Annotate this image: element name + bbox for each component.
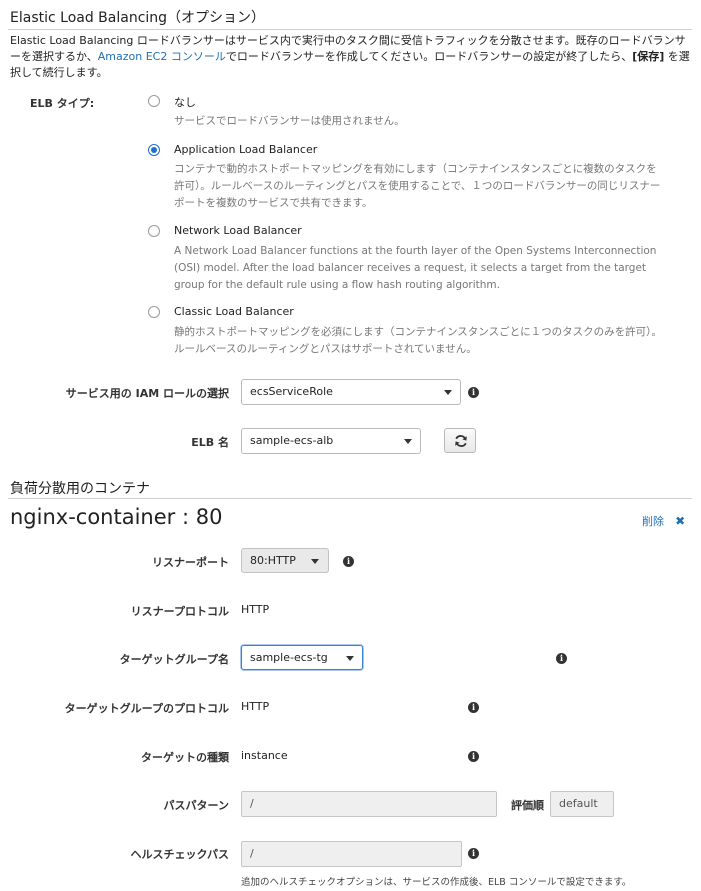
section-divider: [8, 29, 692, 30]
health-check-path-input[interactable]: /: [241, 841, 462, 867]
elb-name-label: ELB 名: [191, 436, 229, 449]
refresh-icon: [455, 435, 467, 447]
eval-order-label: 評価順: [511, 799, 544, 812]
target-group-value: sample-ecs-tg: [250, 651, 328, 664]
option-title: なし: [174, 96, 196, 109]
health-check-hint: 追加のヘルスチェックオプションは、サービスの作成後、ELB コンソールで設定でき…: [241, 877, 632, 888]
iam-role-label: サービス用の IAM ロールの選択: [65, 387, 229, 400]
option-desc: 静的ホストポートマッピングを必須にします（コンテナインスタンスごとに１つのタスク…: [174, 326, 662, 355]
option-desc: コンテナで動的ホストポートマッピングを有効にします（コンテナインスタンスごとに複…: [174, 163, 661, 209]
target-group-label: ターゲットグループ名: [119, 653, 229, 666]
info-icon[interactable]: i: [556, 653, 567, 664]
caret-down-icon: [346, 656, 354, 661]
info-icon[interactable]: i: [468, 387, 479, 398]
target-type-label: ターゲットの種類: [141, 751, 229, 764]
elb-type-radio-classic[interactable]: [148, 306, 160, 318]
intro-text: でロードバランサーを作成してください。ロードバランサーの設定が終了したら、: [225, 50, 633, 63]
elb-type-radio-alb[interactable]: [148, 144, 160, 156]
option-title: Application Load Balancer: [174, 143, 318, 156]
elb-section-title: Elastic Load Balancing（オプション）: [10, 10, 266, 26]
caret-down-icon: [311, 559, 319, 564]
path-pattern-label: パスパターン: [163, 799, 229, 812]
listener-protocol-label: リスナープロトコル: [130, 605, 229, 618]
elb-type-radio-none[interactable]: [148, 95, 160, 107]
ec2-console-link[interactable]: Amazon EC2 コンソール: [98, 50, 226, 63]
option-title: Network Load Balancer: [174, 224, 302, 237]
iam-role-select[interactable]: ecsServiceRole: [241, 379, 461, 405]
eval-order-input[interactable]: default: [550, 791, 614, 817]
elb-type-radio-nlb[interactable]: [148, 225, 160, 237]
listener-port-select[interactable]: 80:HTTP: [241, 548, 329, 573]
target-protocol-label: ターゲットグループのプロトコル: [64, 702, 229, 715]
target-type-value: instance: [241, 749, 288, 762]
container-name-heading: nginx-container : 80: [10, 505, 223, 529]
iam-role-value: ecsServiceRole: [250, 385, 333, 398]
info-icon[interactable]: i: [468, 702, 479, 713]
listener-port-value: 80:HTTP: [250, 554, 296, 567]
info-icon[interactable]: i: [343, 556, 354, 567]
listener-port-label: リスナーポート: [152, 556, 229, 569]
intro-save-text: [保存]: [632, 50, 665, 63]
option-title: Classic Load Balancer: [174, 305, 294, 318]
path-pattern-input[interactable]: /: [241, 791, 497, 817]
listener-protocol-value: HTTP: [241, 603, 270, 616]
caret-down-icon: [404, 439, 412, 444]
delete-label: 削除: [642, 515, 664, 528]
close-icon: ✖: [675, 514, 686, 528]
option-desc: サービスでロードバランサーは使用されません。: [174, 115, 405, 127]
caret-down-icon: [444, 390, 452, 395]
refresh-button[interactable]: [444, 428, 476, 453]
info-icon[interactable]: i: [468, 751, 479, 762]
option-desc: A Network Load Balancer functions at the…: [174, 245, 657, 291]
elb-intro: Elastic Load Balancing ロードバランサーはサービス内で実行…: [10, 33, 692, 81]
container-section-title: 負荷分散用のコンテナ: [10, 481, 150, 497]
health-check-path-label: ヘルスチェックパス: [130, 848, 229, 861]
target-protocol-value: HTTP: [241, 700, 270, 713]
section-divider: [8, 498, 692, 499]
info-icon[interactable]: i: [468, 848, 479, 859]
elb-name-select[interactable]: sample-ecs-alb: [241, 428, 421, 454]
elb-name-value: sample-ecs-alb: [250, 434, 334, 447]
target-group-select[interactable]: sample-ecs-tg: [241, 645, 363, 670]
delete-container-link[interactable]: 削除 ✖: [642, 510, 685, 529]
elb-type-label: ELB タイプ:: [30, 97, 95, 110]
